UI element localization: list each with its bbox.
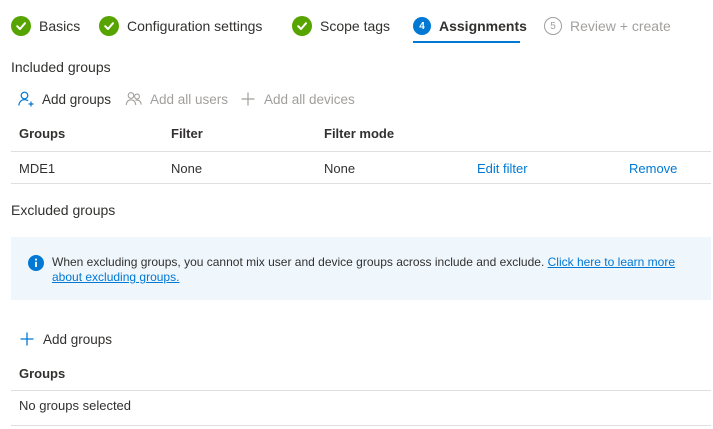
table-divider (11, 425, 711, 426)
excluded-groups-heading: Excluded groups (11, 202, 116, 218)
info-bar: When excluding groups, you cannot mix us… (11, 237, 711, 300)
add-excluded-groups-button[interactable]: Add groups (18, 330, 112, 348)
step-label: Review + create (570, 18, 671, 34)
step-label: Scope tags (320, 18, 391, 34)
add-all-devices-label: Add all devices (264, 91, 355, 107)
column-filter-mode: Filter mode (324, 126, 395, 141)
table-divider (11, 151, 711, 152)
filter-mode-value: None (324, 161, 356, 176)
included-table-header: Groups Filter Filter mode (11, 126, 711, 146)
info-message: When excluding groups, you cannot mix us… (52, 255, 682, 285)
active-step-underline (413, 41, 520, 43)
checkmark-icon (11, 16, 31, 36)
checkmark-icon (99, 16, 119, 36)
step-label: Configuration settings (127, 18, 263, 34)
excluded-table-header: Groups (11, 366, 711, 386)
step-number-badge: 5 (544, 17, 562, 35)
step-number-badge: 4 (413, 17, 431, 35)
step-assignments[interactable]: 4 Assignments (413, 16, 527, 36)
add-user-icon (17, 90, 35, 108)
add-all-devices-button[interactable]: Add all devices (239, 90, 355, 108)
step-review-create[interactable]: 5 Review + create (544, 16, 671, 36)
plus-icon (239, 90, 257, 108)
users-icon (125, 90, 143, 108)
info-icon (28, 255, 44, 271)
table-divider (11, 183, 711, 184)
group-name: MDE1 (19, 161, 56, 176)
column-groups: Groups (19, 366, 66, 381)
remove-link[interactable]: Remove (629, 161, 677, 177)
step-scope-tags[interactable]: Scope tags (292, 16, 390, 36)
filter-value: None (171, 161, 203, 176)
table-divider (11, 390, 711, 391)
table-row: MDE1 None None Edit filter Remove (11, 161, 711, 181)
add-all-users-label: Add all users (150, 91, 229, 107)
add-groups-label: Add groups (42, 91, 112, 107)
included-groups-heading: Included groups (11, 59, 111, 75)
step-label: Assignments (439, 18, 527, 34)
add-groups-label: Add groups (43, 331, 113, 347)
empty-state-row: No groups selected (11, 398, 711, 418)
column-filter: Filter (171, 126, 203, 141)
step-basics[interactable]: Basics (11, 16, 80, 36)
column-groups: Groups (19, 126, 66, 141)
add-groups-button[interactable]: Add groups (17, 90, 111, 108)
wizard-steps: Basics Configuration settings Scope tags… (0, 0, 713, 50)
edit-filter-link[interactable]: Edit filter (477, 161, 528, 177)
step-label: Basics (39, 18, 81, 34)
no-groups-text: No groups selected (19, 398, 132, 413)
info-message-text: When excluding groups, you cannot mix us… (52, 255, 548, 269)
add-all-users-button[interactable]: Add all users (125, 90, 228, 108)
checkmark-icon (292, 16, 312, 36)
step-configuration-settings[interactable]: Configuration settings (99, 16, 262, 36)
plus-icon (18, 330, 36, 348)
